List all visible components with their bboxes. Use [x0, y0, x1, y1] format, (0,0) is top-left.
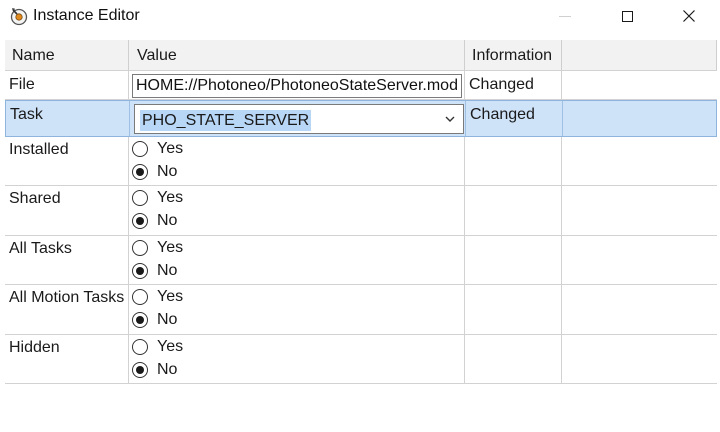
close-icon — [683, 10, 695, 22]
all-motion-tasks-label: All Motion Tasks — [9, 289, 125, 306]
hidden-label: Hidden — [9, 339, 60, 356]
task-info-text: Changed — [470, 106, 535, 123]
hidden-yes-option[interactable]: Yes — [132, 337, 183, 357]
minimize-icon — [559, 15, 571, 17]
installed-info-cell — [465, 137, 562, 185]
shared-info-cell — [465, 186, 562, 235]
column-header-value[interactable]: Value — [129, 40, 465, 70]
hidden-no-radio[interactable] — [132, 362, 148, 378]
window-title: Instance Editor — [33, 7, 140, 24]
all-tasks-no-radio[interactable] — [132, 263, 148, 279]
all-motion-tasks-yes-label: Yes — [157, 288, 184, 305]
installed-no-option[interactable]: No — [132, 162, 177, 182]
hidden-info-cell — [465, 335, 562, 383]
all-tasks-value-cell: Yes No — [129, 236, 465, 284]
all-motion-tasks-no-label: No — [157, 311, 178, 328]
maximize-icon — [621, 10, 633, 22]
hidden-value-cell: Yes No — [129, 335, 465, 383]
shared-no-option[interactable]: No — [132, 211, 177, 231]
all-tasks-no-option[interactable]: No — [132, 261, 177, 281]
all-tasks-yes-label: Yes — [157, 239, 184, 256]
installed-filler-cell — [562, 137, 717, 185]
shared-name-cell: Shared — [5, 186, 129, 235]
hidden-name-cell: Hidden — [5, 335, 129, 383]
installed-yes-option[interactable]: Yes — [132, 139, 183, 159]
shared-yes-label: Yes — [157, 189, 184, 206]
column-header-name-label: Name — [12, 47, 55, 64]
grid-header: Name Value Information — [5, 40, 717, 71]
file-info-cell: Changed — [465, 71, 562, 99]
all-motion-tasks-name-cell: All Motion Tasks — [5, 285, 129, 334]
title-bar: Instance Editor — [0, 0, 720, 33]
hidden-no-option[interactable]: No — [132, 360, 177, 380]
close-button[interactable] — [666, 0, 712, 32]
all-motion-tasks-yes-radio[interactable] — [132, 289, 148, 305]
task-select[interactable]: PHO_STATE_SERVER — [134, 104, 464, 134]
shared-no-label: No — [157, 212, 178, 229]
shared-filler-cell — [562, 186, 717, 235]
installed-yes-radio[interactable] — [132, 141, 148, 157]
column-header-information[interactable]: Information — [465, 40, 562, 70]
shared-yes-radio[interactable] — [132, 190, 148, 206]
all-motion-tasks-info-cell — [465, 285, 562, 334]
task-select-value: PHO_STATE_SERVER — [140, 110, 312, 131]
maximize-button[interactable] — [604, 0, 650, 32]
shared-label: Shared — [9, 190, 61, 207]
hidden-filler-cell — [562, 335, 717, 383]
installed-no-label: No — [157, 163, 178, 180]
row-installed: Installed Yes No — [5, 137, 717, 186]
installed-value-cell: Yes No — [129, 137, 465, 185]
installed-no-radio[interactable] — [132, 164, 148, 180]
all-tasks-info-cell — [465, 236, 562, 284]
file-path-input[interactable]: HOME://Photoneo/PhotoneoStateServer.mod — [132, 74, 462, 98]
hidden-no-label: No — [157, 361, 178, 378]
shared-no-radio[interactable] — [132, 213, 148, 229]
column-header-value-label: Value — [137, 47, 177, 64]
row-all-tasks: All Tasks Yes No — [5, 236, 717, 285]
task-value-cell: PHO_STATE_SERVER — [130, 101, 466, 136]
shared-yes-option[interactable]: Yes — [132, 188, 183, 208]
all-motion-tasks-no-option[interactable]: No — [132, 310, 177, 330]
task-label: Task — [10, 106, 43, 123]
row-task[interactable]: Task PHO_STATE_SERVER Changed — [5, 100, 717, 137]
hidden-yes-label: Yes — [157, 338, 184, 355]
installed-yes-label: Yes — [157, 140, 184, 157]
all-motion-tasks-yes-option[interactable]: Yes — [132, 287, 183, 307]
task-info-cell: Changed — [466, 101, 563, 136]
instance-editor-app-icon — [10, 8, 28, 26]
all-motion-tasks-filler-cell — [562, 285, 717, 334]
task-name-cell: Task — [6, 101, 130, 136]
all-tasks-name-cell: All Tasks — [5, 236, 129, 284]
column-header-name[interactable]: Name — [5, 40, 129, 70]
column-header-filler — [562, 40, 717, 70]
column-header-information-label: Information — [472, 47, 553, 64]
chevron-down-icon[interactable] — [444, 113, 456, 125]
row-file[interactable]: File HOME://Photoneo/PhotoneoStateServer… — [5, 71, 717, 100]
installed-name-cell: Installed — [5, 137, 129, 185]
all-tasks-filler-cell — [562, 236, 717, 284]
file-label: File — [9, 76, 35, 93]
row-hidden: Hidden Yes No — [5, 335, 717, 384]
task-filler-cell — [563, 101, 718, 136]
all-tasks-yes-option[interactable]: Yes — [132, 238, 183, 258]
row-shared: Shared Yes No — [5, 186, 717, 236]
file-info-text: Changed — [469, 76, 534, 93]
row-all-motion-tasks: All Motion Tasks Yes No — [5, 285, 717, 335]
all-motion-tasks-no-radio[interactable] — [132, 312, 148, 328]
file-value-cell: HOME://Photoneo/PhotoneoStateServer.mod — [129, 71, 465, 99]
file-filler-cell — [562, 71, 717, 99]
all-tasks-yes-radio[interactable] — [132, 240, 148, 256]
minimize-button[interactable] — [542, 0, 588, 32]
shared-value-cell: Yes No — [129, 186, 465, 235]
installed-label: Installed — [9, 141, 69, 158]
file-name-cell: File — [5, 71, 129, 99]
all-tasks-label: All Tasks — [9, 240, 72, 257]
all-tasks-no-label: No — [157, 262, 178, 279]
all-motion-tasks-value-cell: Yes No — [129, 285, 465, 334]
hidden-yes-radio[interactable] — [132, 339, 148, 355]
